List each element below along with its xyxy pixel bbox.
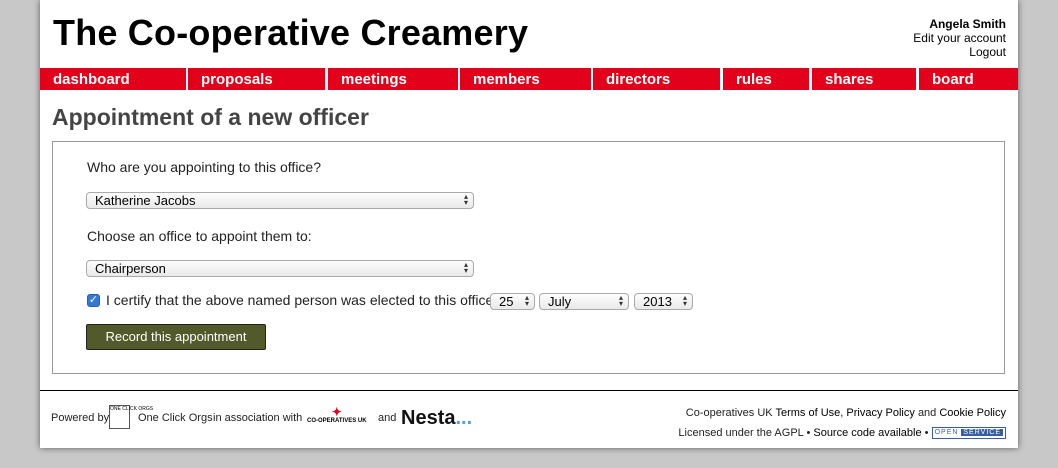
appointment-form: Who are you appointing to this office? K… (52, 141, 1005, 374)
page-heading: Appointment of a new officer (52, 104, 369, 130)
certify-checkbox[interactable]: ✓ (87, 294, 100, 307)
privacy-policy-link[interactable]: Privacy Policy (846, 407, 914, 419)
select-arrows-icon: ▴ ▾ (682, 293, 687, 308)
day-select[interactable]: 25 ▴ ▾ (490, 293, 535, 310)
open-badge-text: OPEN (934, 429, 959, 437)
nav-shares[interactable]: shares (812, 68, 916, 90)
open-service-badge[interactable]: OPEN SERVICE (931, 427, 1006, 440)
select-arrows-icon: ▴ ▾ (524, 293, 529, 308)
page-container: The Co-operative Creamery Angela Smith E… (40, 0, 1018, 448)
powered-by-label: Powered by (51, 412, 110, 424)
footer-divider (40, 390, 1018, 391)
nav-rules[interactable]: rules (723, 68, 809, 90)
month-select-value: July (548, 294, 572, 309)
nav-dashboard[interactable]: dashboard (40, 68, 186, 90)
user-box: Angela Smith Edit your account Logout (913, 17, 1006, 59)
select-arrows-icon: ▴ ▾ (463, 192, 468, 207)
main-nav: dashboard proposals meetings members dir… (40, 68, 1018, 90)
nesta-dots: ... (455, 407, 473, 429)
office-select-value: Chairperson (95, 261, 166, 276)
source-code-link[interactable]: Source code available (813, 427, 921, 439)
cookie-policy-link[interactable]: Cookie Policy (939, 407, 1006, 419)
certify-row: ✓ I certify that the above named person … (87, 292, 787, 312)
footer-legal-line-1: Co-operatives UK Terms of Use, Privacy P… (685, 407, 1006, 419)
nav-board[interactable]: board (919, 68, 1018, 90)
edit-account-link[interactable]: Edit your account (913, 31, 1006, 45)
nav-proposals[interactable]: proposals (188, 68, 325, 90)
license-label: Licensed under the AGPL (678, 427, 804, 439)
bullet-separator: • (924, 427, 929, 439)
nesta-logo-text: Nesta (401, 407, 456, 429)
certify-label: I certify that the above named person wa… (106, 292, 513, 308)
logout-link[interactable]: Logout (913, 45, 1006, 59)
year-select-value: 2013 (643, 294, 672, 309)
select-arrows-icon: ▴ ▾ (463, 260, 468, 275)
nav-members[interactable]: members (460, 68, 591, 90)
footer-legal-line-2: Licensed under the AGPL • Source code av… (678, 423, 1006, 443)
and-label: and (917, 407, 937, 419)
year-select[interactable]: 2013 ▴ ▾ (634, 293, 693, 310)
who-question-label: Who are you appointing to this office? (87, 159, 322, 175)
bird-icon: ✦ (331, 405, 342, 419)
nav-directors[interactable]: directors (593, 68, 720, 90)
checkmark-icon: ✓ (88, 294, 99, 306)
person-select-value: Katherine Jacobs (95, 193, 196, 208)
terms-of-use-link[interactable]: Terms of Use (775, 407, 840, 419)
footer-legal: Co-operatives UK Terms of Use, Privacy P… (678, 403, 1006, 443)
cooperatives-uk-label: Co-operatives UK (685, 407, 773, 419)
bullet-separator: • (806, 427, 811, 439)
month-select[interactable]: July ▴ ▾ (539, 293, 629, 310)
user-name: Angela Smith (929, 17, 1006, 31)
and-label: and (378, 412, 397, 424)
person-select[interactable]: Katherine Jacobs ▴ ▾ (86, 192, 474, 209)
one-click-orgs-logo[interactable]: ONE CLICK ORGS (109, 405, 153, 429)
cooperatives-uk-logo-text: CO-OPERATIVES UK (307, 418, 367, 424)
record-appointment-button[interactable]: Record this appointment (86, 324, 266, 350)
office-select[interactable]: Chairperson ▴ ▾ (86, 260, 474, 277)
day-select-value: 25 (499, 294, 514, 309)
site-title: The Co-operative Creamery (53, 12, 529, 53)
select-arrows-icon: ▴ ▾ (618, 293, 623, 308)
cooperatives-uk-logo[interactable]: ✦ CO-OPERATIVES UK (307, 406, 367, 424)
association-label: in association with (213, 412, 303, 424)
nav-meetings[interactable]: meetings (328, 68, 458, 90)
office-question-label: Choose an office to appoint them to: (87, 228, 312, 244)
one-click-orgs-link[interactable]: One Click Orgs (138, 412, 213, 424)
service-badge-text: SERVICE (961, 429, 1003, 437)
nesta-logo[interactable]: Nesta... (401, 407, 472, 430)
